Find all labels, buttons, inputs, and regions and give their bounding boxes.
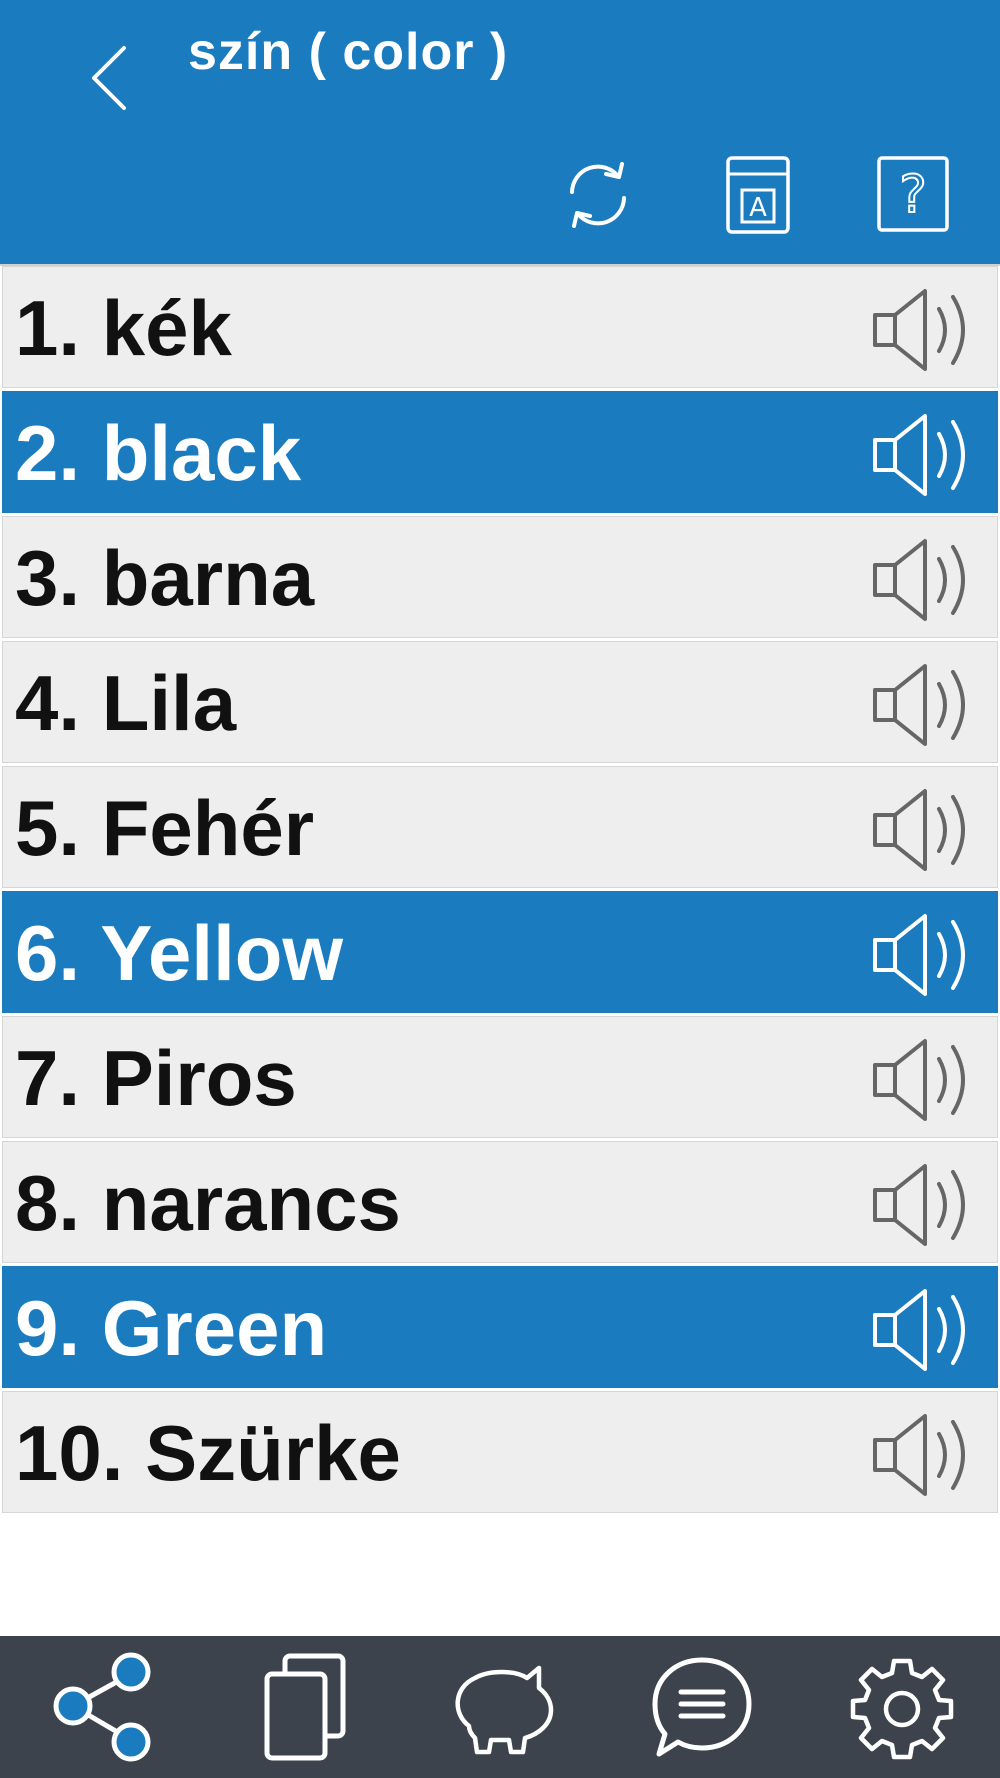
book-a-icon: A xyxy=(726,156,790,234)
nav-settings-button[interactable] xyxy=(800,1636,1000,1778)
share-icon xyxy=(53,1652,151,1762)
play-audio-button[interactable] xyxy=(869,1410,985,1500)
word-list: 1. kék 2. black 3. barna 4. Lila 5. Fehér 6. … xyxy=(0,264,1000,1516)
refresh-icon xyxy=(570,162,626,228)
play-audio-button[interactable] xyxy=(869,535,985,625)
word-row[interactable]: 3. barna xyxy=(2,516,998,638)
speaker-icon xyxy=(873,539,965,621)
word-label: 6. Yellow xyxy=(15,909,344,997)
app-screen: szín ( color ) A ? 1. kék 2. black 3. ba… xyxy=(0,0,1000,1778)
speaker-icon xyxy=(873,1414,965,1496)
piggy-bank-icon xyxy=(455,1665,554,1755)
speaker-icon xyxy=(873,1164,965,1246)
play-audio-button[interactable] xyxy=(869,660,985,750)
word-row[interactable]: 1. kék xyxy=(2,266,998,388)
speaker-icon xyxy=(873,914,965,996)
nav-savings-button[interactable] xyxy=(400,1636,600,1778)
nav-chat-button[interactable] xyxy=(600,1636,800,1778)
play-audio-button[interactable] xyxy=(869,910,985,1000)
back-button[interactable] xyxy=(80,38,140,118)
gear-icon xyxy=(850,1658,954,1760)
word-label: 7. Piros xyxy=(15,1034,297,1122)
word-row[interactable]: 4. Lila xyxy=(2,641,998,763)
play-audio-button[interactable] xyxy=(869,285,985,375)
word-label: 4. Lila xyxy=(15,659,237,747)
chat-icon xyxy=(652,1657,752,1757)
play-audio-button[interactable] xyxy=(869,785,985,875)
word-row[interactable]: 10. Szürke xyxy=(2,1391,998,1513)
play-audio-button[interactable] xyxy=(869,1285,985,1375)
speaker-icon xyxy=(873,1289,965,1371)
svg-text:?: ? xyxy=(899,165,927,225)
speaker-icon xyxy=(873,289,965,371)
word-label: 2. black xyxy=(15,409,302,497)
word-row[interactable]: 5. Fehér xyxy=(2,766,998,888)
play-audio-button[interactable] xyxy=(869,410,985,500)
speaker-icon xyxy=(873,1039,965,1121)
nav-share-button[interactable] xyxy=(0,1636,200,1778)
word-row[interactable]: 2. black xyxy=(2,391,998,513)
word-row[interactable]: 6. Yellow xyxy=(2,891,998,1013)
word-label: 1. kék xyxy=(15,284,232,372)
word-label: 3. barna xyxy=(15,534,315,622)
speaker-icon xyxy=(873,789,965,871)
word-row[interactable]: 8. narancs xyxy=(2,1141,998,1263)
help-button[interactable]: ? xyxy=(873,152,953,238)
speaker-icon xyxy=(873,664,965,746)
play-audio-button[interactable] xyxy=(869,1160,985,1250)
word-label: 8. narancs xyxy=(15,1159,401,1247)
word-label: 10. Szürke xyxy=(15,1409,401,1497)
dictionary-button[interactable]: A xyxy=(718,152,798,238)
svg-text:A: A xyxy=(749,193,767,223)
nav-cards-button[interactable] xyxy=(200,1636,400,1778)
question-icon: ? xyxy=(877,156,949,232)
page-title: szín ( color ) xyxy=(188,23,509,81)
refresh-button[interactable] xyxy=(558,152,638,238)
word-row[interactable]: 9. Green xyxy=(2,1266,998,1388)
play-audio-button[interactable] xyxy=(869,1035,985,1125)
cards-icon xyxy=(264,1653,346,1761)
word-label: 5. Fehér xyxy=(15,784,315,872)
word-row[interactable]: 7. Piros xyxy=(2,1016,998,1138)
word-label: 9. Green xyxy=(15,1284,328,1372)
bottom-navigation xyxy=(0,1636,1000,1778)
top-bar: szín ( color ) A ? xyxy=(0,0,1000,264)
speaker-icon xyxy=(873,414,965,496)
chevron-left-icon xyxy=(92,46,126,110)
